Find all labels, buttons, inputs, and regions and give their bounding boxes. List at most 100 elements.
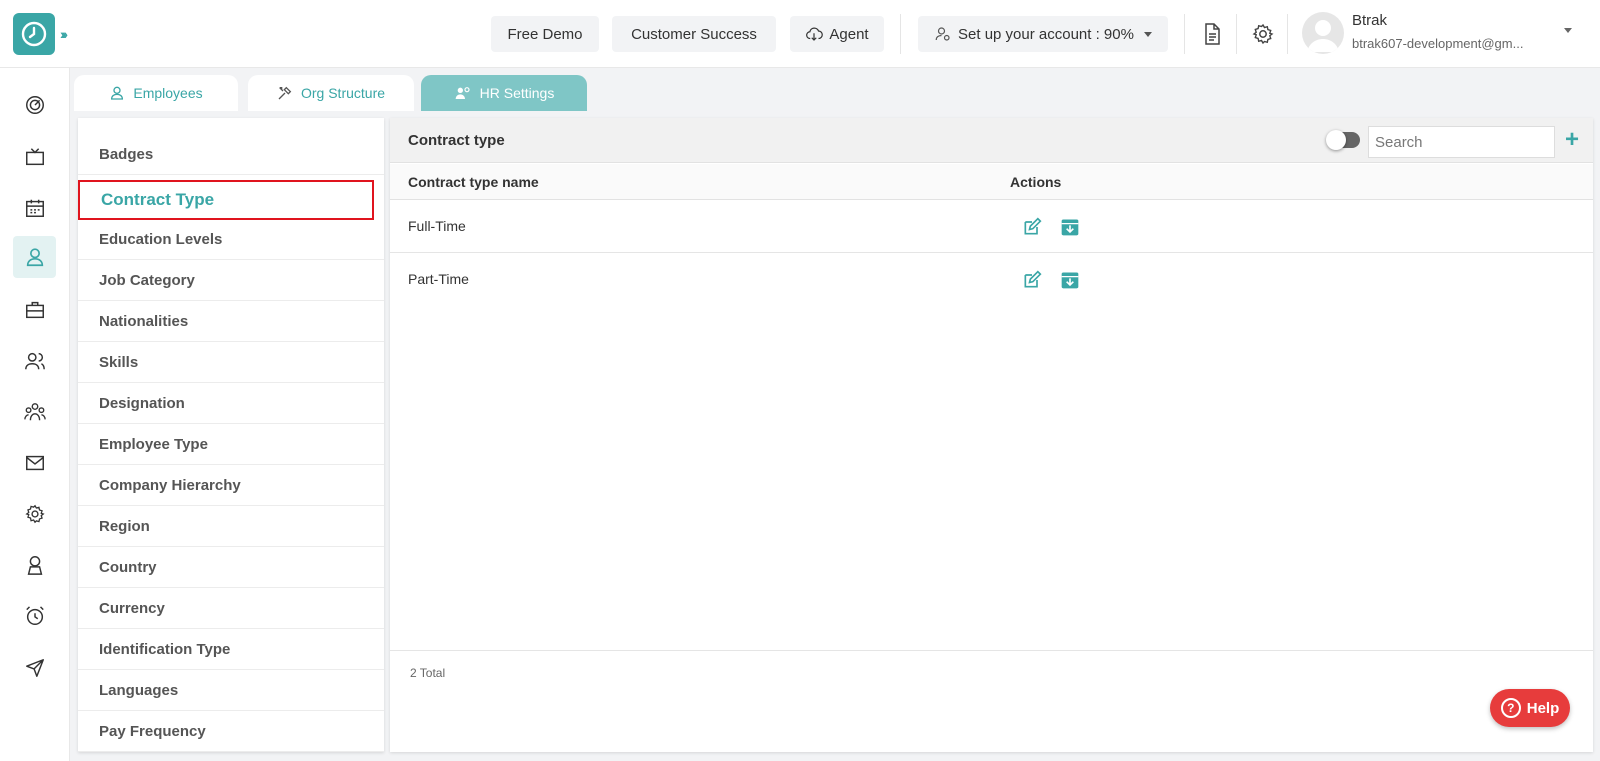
document-icon[interactable] [1200,22,1224,46]
add-contract-type-button[interactable]: + [1565,126,1579,154]
free-demo-label: Free Demo [507,25,583,43]
clock-logo-icon [21,21,47,47]
divider [1236,14,1237,54]
alarm-icon [25,606,44,625]
user-settings-icon [935,27,950,41]
menu-item-label: Badges [99,145,154,163]
app-logo[interactable] [13,13,55,55]
menu-item-label: Country [99,558,157,576]
column-header-actions: Actions [1010,174,1062,190]
sidebar-item-tv[interactable] [13,136,56,178]
menu-item-contract-type[interactable]: Contract Type [78,180,374,220]
menu-item-languages[interactable]: Languages [78,670,384,711]
menu-item-skills[interactable]: Skills [78,342,384,383]
tab-hr-settings[interactable]: HR Settings [421,75,587,111]
menu-item-pay-frequency[interactable]: Pay Frequency [78,711,384,752]
agent-button[interactable]: Agent [790,16,884,52]
menu-item-country[interactable]: Country [78,547,384,588]
menu-item-label: Education Levels [99,230,223,248]
menu-item-label: Designation [99,394,185,412]
column-header-name: Contract type name [408,174,539,190]
profile-badge-icon [27,556,42,575]
menu-item-label: Job Category [99,271,195,289]
menu-item-employee-type[interactable]: Employee Type [78,424,384,465]
divider [900,14,901,54]
calendar-icon [25,199,44,217]
cloud-download-icon [806,27,824,41]
briefcase-icon [25,301,44,319]
sidebar-item-mail[interactable] [13,442,56,484]
customer-success-label: Customer Success [631,25,757,43]
sidebar-item-team[interactable] [13,391,56,433]
hr-settings-menu: Badges Contract Type Education Levels Jo… [78,118,384,752]
sidebar-item-hr[interactable] [13,236,56,278]
gear-icon[interactable] [1251,22,1275,46]
expand-sidebar-icon[interactable]: ››› [60,26,68,42]
tv-icon [25,148,44,166]
user-icon [26,248,43,267]
users-icon [24,352,45,370]
menu-item-nationalities[interactable]: Nationalities [78,301,384,342]
table-row: Full-Time [390,200,1593,253]
menu-item-label: Company Hierarchy [99,476,241,494]
agent-label: Agent [829,25,869,43]
sidebar-item-users[interactable] [13,340,56,382]
help-label: Help [1526,699,1560,717]
users-settings-icon [455,87,470,99]
tab-employees[interactable]: Employees [74,75,238,111]
menu-item-label: Identification Type [99,640,231,658]
contract-type-name: Part-Time [408,271,469,287]
settings-icon [24,504,45,524]
sidebar-item-calendar[interactable] [13,187,56,229]
menu-item-currency[interactable]: Currency [78,588,384,629]
menu-item-job-category[interactable]: Job Category [78,260,384,301]
sidebar-item-send[interactable] [13,647,56,689]
menu-item-label: Currency [99,599,165,617]
divider [1287,14,1288,54]
sidebar-item-projects[interactable] [13,289,56,331]
sidebar-item-alarm[interactable] [13,595,56,637]
sidebar-item-profile[interactable] [13,544,56,586]
edit-icon[interactable] [1022,217,1042,237]
dropdown-caret-icon [1143,31,1152,37]
sidebar-item-dashboard[interactable] [13,84,56,126]
user-menu-chevron-icon[interactable] [1564,28,1572,33]
toggle-knob [1326,130,1346,150]
search-input[interactable] [1368,126,1555,158]
menu-item-education-levels[interactable]: Education Levels [78,219,384,260]
menu-item-region[interactable]: Region [78,506,384,547]
menu-item-label: Languages [99,681,179,699]
left-sidebar [0,68,70,761]
avatar-placeholder-icon [1307,20,1339,52]
menu-item-label: Skills [99,353,139,371]
team-icon [23,403,46,421]
tab-label: HR Settings [479,85,555,101]
avatar[interactable] [1302,12,1344,54]
archive-icon[interactable] [1060,217,1080,237]
user-icon [111,86,124,100]
menu-item-company-hierarchy[interactable]: Company Hierarchy [78,465,384,506]
mail-icon [25,455,44,471]
menu-item-label: Contract Type [101,190,215,209]
divider [1184,14,1185,54]
table-header: Contract type name Actions [390,164,1593,200]
menu-item-label: Region [99,517,150,535]
menu-item-label: Employee Type [99,435,208,453]
edit-icon[interactable] [1022,270,1042,290]
tools-icon [278,86,292,100]
panel-title: Contract type [408,132,505,149]
free-demo-button[interactable]: Free Demo [491,16,599,52]
menu-item-identification-type[interactable]: Identification Type [78,629,384,670]
sidebar-item-settings[interactable] [13,493,56,535]
menu-item-badges[interactable]: Badges [78,134,384,175]
menu-item-label: Pay Frequency [99,722,206,740]
tab-org-structure[interactable]: Org Structure [248,75,414,111]
archive-icon[interactable] [1060,270,1080,290]
contract-type-panel: Contract type + Contract type name Actio… [390,118,1593,752]
help-button[interactable]: ? Help [1490,689,1570,727]
setup-account-dropdown[interactable]: Set up your account : 90% [918,16,1168,52]
menu-item-label: Nationalities [99,312,189,330]
menu-item-designation[interactable]: Designation [78,383,384,424]
customer-success-button[interactable]: Customer Success [612,16,776,52]
archive-toggle[interactable] [1326,130,1360,150]
